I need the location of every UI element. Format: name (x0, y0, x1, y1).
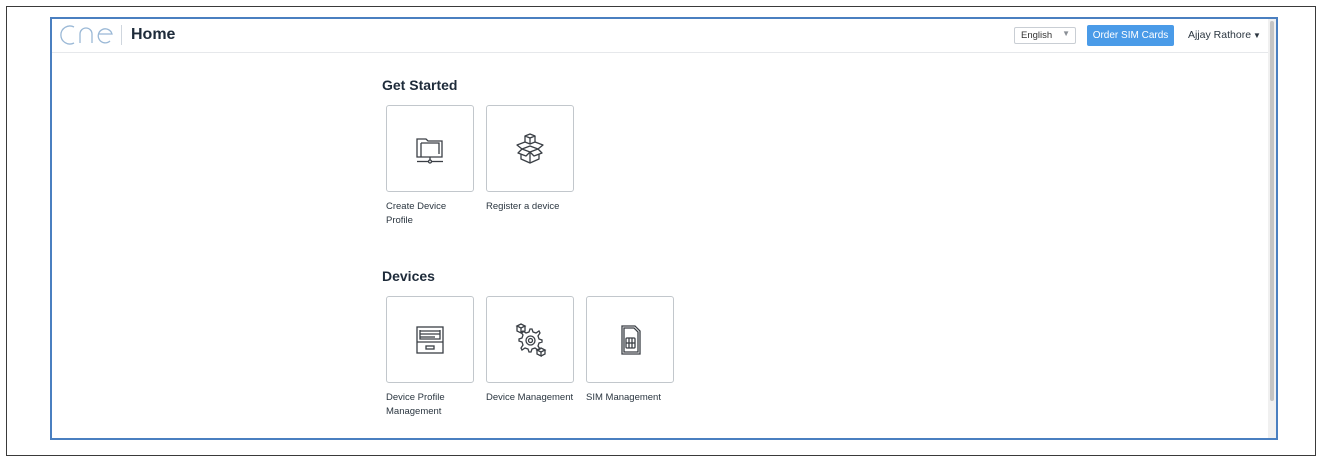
tile-create-device-profile[interactable] (386, 105, 474, 192)
tile-sim-management[interactable] (586, 296, 674, 383)
top-bar: Home English ▼ Order SIM Cards Ajjay Rat… (52, 19, 1270, 53)
tile-register-device[interactable] (486, 105, 574, 192)
app-window: Home English ▼ Order SIM Cards Ajjay Rat… (50, 17, 1278, 440)
folder-network-icon (416, 137, 443, 164)
page-title: Home (131, 26, 176, 43)
section-title-get-started: Get Started (382, 77, 458, 93)
order-sim-cards-button[interactable]: Order SIM Cards (1087, 25, 1174, 46)
sim-card-icon (621, 324, 641, 355)
language-select[interactable]: English ▼ (1014, 27, 1076, 44)
gear-devices-icon (515, 322, 547, 357)
one-logo[interactable] (58, 24, 120, 46)
tile-device-management[interactable] (486, 296, 574, 383)
user-name: Ajjay Rathore (1188, 29, 1252, 41)
vertical-scrollbar[interactable] (1268, 19, 1276, 438)
section-title-devices: Devices (382, 268, 435, 284)
user-menu[interactable]: Ajjay Rathore ▼ (1188, 29, 1261, 41)
header-divider (121, 25, 122, 45)
tile-label-device-profile-management: Device Profile Management (386, 392, 445, 417)
file-cabinet-icon (416, 325, 444, 354)
language-value: English (1021, 30, 1053, 41)
tile-label-register-device: Register a device (486, 201, 560, 212)
caret-down-icon: ▼ (1253, 31, 1261, 40)
chevron-down-icon: ▼ (1062, 29, 1070, 38)
scrollbar-thumb[interactable] (1270, 21, 1274, 401)
tile-device-profile-management[interactable] (386, 296, 474, 383)
tile-label-device-management: Device Management (486, 392, 574, 403)
tile-label-create-device-profile: Create Device Profile (386, 201, 447, 226)
open-box-icon (516, 132, 544, 164)
tile-label-sim-management: SIM Management (586, 392, 661, 403)
